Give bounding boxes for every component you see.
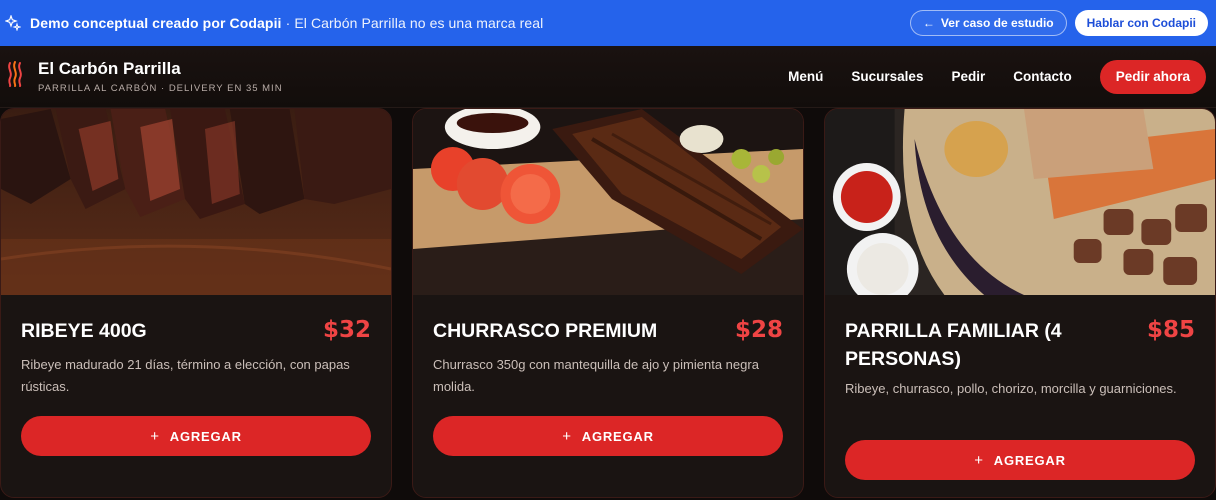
add-to-cart-button[interactable]: + AGREGAR — [21, 416, 371, 456]
brand[interactable]: El Carbón Parrilla PARRILLA AL CARBÓN · … — [38, 59, 283, 94]
banner-title: Demo conceptual creado por Codapii — [30, 15, 282, 31]
brand-name: El Carbón Parrilla — [38, 59, 181, 78]
plus-icon: + — [562, 427, 572, 445]
plus-icon: + — [150, 427, 160, 445]
card-price: $32 — [322, 317, 371, 343]
nav-link-pedir[interactable]: Pedir — [951, 69, 985, 84]
add-button-label: AGREGAR — [169, 428, 242, 444]
card-title: RIBEYE 400G — [21, 320, 147, 342]
menu-card-churrasco: CHURRASCO PREMIUM $28 Churrasco 350g con… — [412, 108, 804, 498]
nav-link-menu[interactable]: Menú — [788, 69, 823, 84]
case-study-label: Ver caso de estudio — [940, 16, 1054, 30]
add-to-cart-button[interactable]: + AGREGAR — [433, 416, 783, 456]
card-title: CHURRASCO PREMIUM — [433, 320, 658, 342]
add-to-cart-button[interactable]: + AGREGAR — [845, 440, 1195, 480]
sparkle-icon — [4, 14, 22, 32]
case-study-button[interactable]: ← Ver caso de estudio — [909, 10, 1067, 36]
plus-icon: + — [974, 451, 984, 469]
ribeye-image — [1, 109, 391, 295]
contact-codapii-button[interactable]: Hablar con Codapii — [1074, 10, 1208, 36]
brand-tagline: PARRILLA AL CARBÓN · DELIVERY EN 35 MIN — [38, 83, 283, 94]
demo-banner: Demo conceptual creado por Codapii · El … — [0, 0, 1216, 46]
card-price: $85 — [1146, 317, 1195, 343]
menu-grid: RIBEYE 400G $32 Ribeye madurado 21 días,… — [0, 108, 1216, 500]
menu-card-parrilla-familiar: PARRILLA FAMILIAR (4 PERSONAS) $85 Ribey… — [824, 108, 1216, 498]
nav-link-contacto[interactable]: Contacto — [1013, 69, 1072, 84]
card-price: $28 — [734, 317, 783, 343]
flame-logo-icon — [6, 60, 38, 93]
banner-subtitle: · El Carbón Parrilla no es una marca rea… — [285, 15, 544, 31]
card-description: Churrasco 350g con mantequilla de ajo y … — [433, 357, 759, 394]
card-description: Ribeye, churrasco, pollo, chorizo, morci… — [845, 381, 1177, 396]
card-description: Ribeye madurado 21 días, término a elecc… — [21, 357, 350, 394]
add-button-label: AGREGAR — [581, 428, 654, 444]
menu-card-ribeye: RIBEYE 400G $32 Ribeye madurado 21 días,… — [0, 108, 392, 498]
churrasco-image — [413, 109, 803, 295]
site-navbar: El Carbón Parrilla PARRILLA AL CARBÓN · … — [0, 46, 1216, 108]
parrilla-familiar-image — [825, 109, 1215, 295]
banner-text: Demo conceptual creado por Codapii · El … — [30, 15, 543, 31]
nav-link-sucursales[interactable]: Sucursales — [851, 69, 923, 84]
arrow-left-icon: ← — [922, 16, 935, 30]
order-now-button[interactable]: Pedir ahora — [1099, 59, 1206, 94]
add-button-label: AGREGAR — [993, 452, 1066, 468]
card-title: PARRILLA FAMILIAR (4 PERSONAS) — [845, 320, 1062, 370]
